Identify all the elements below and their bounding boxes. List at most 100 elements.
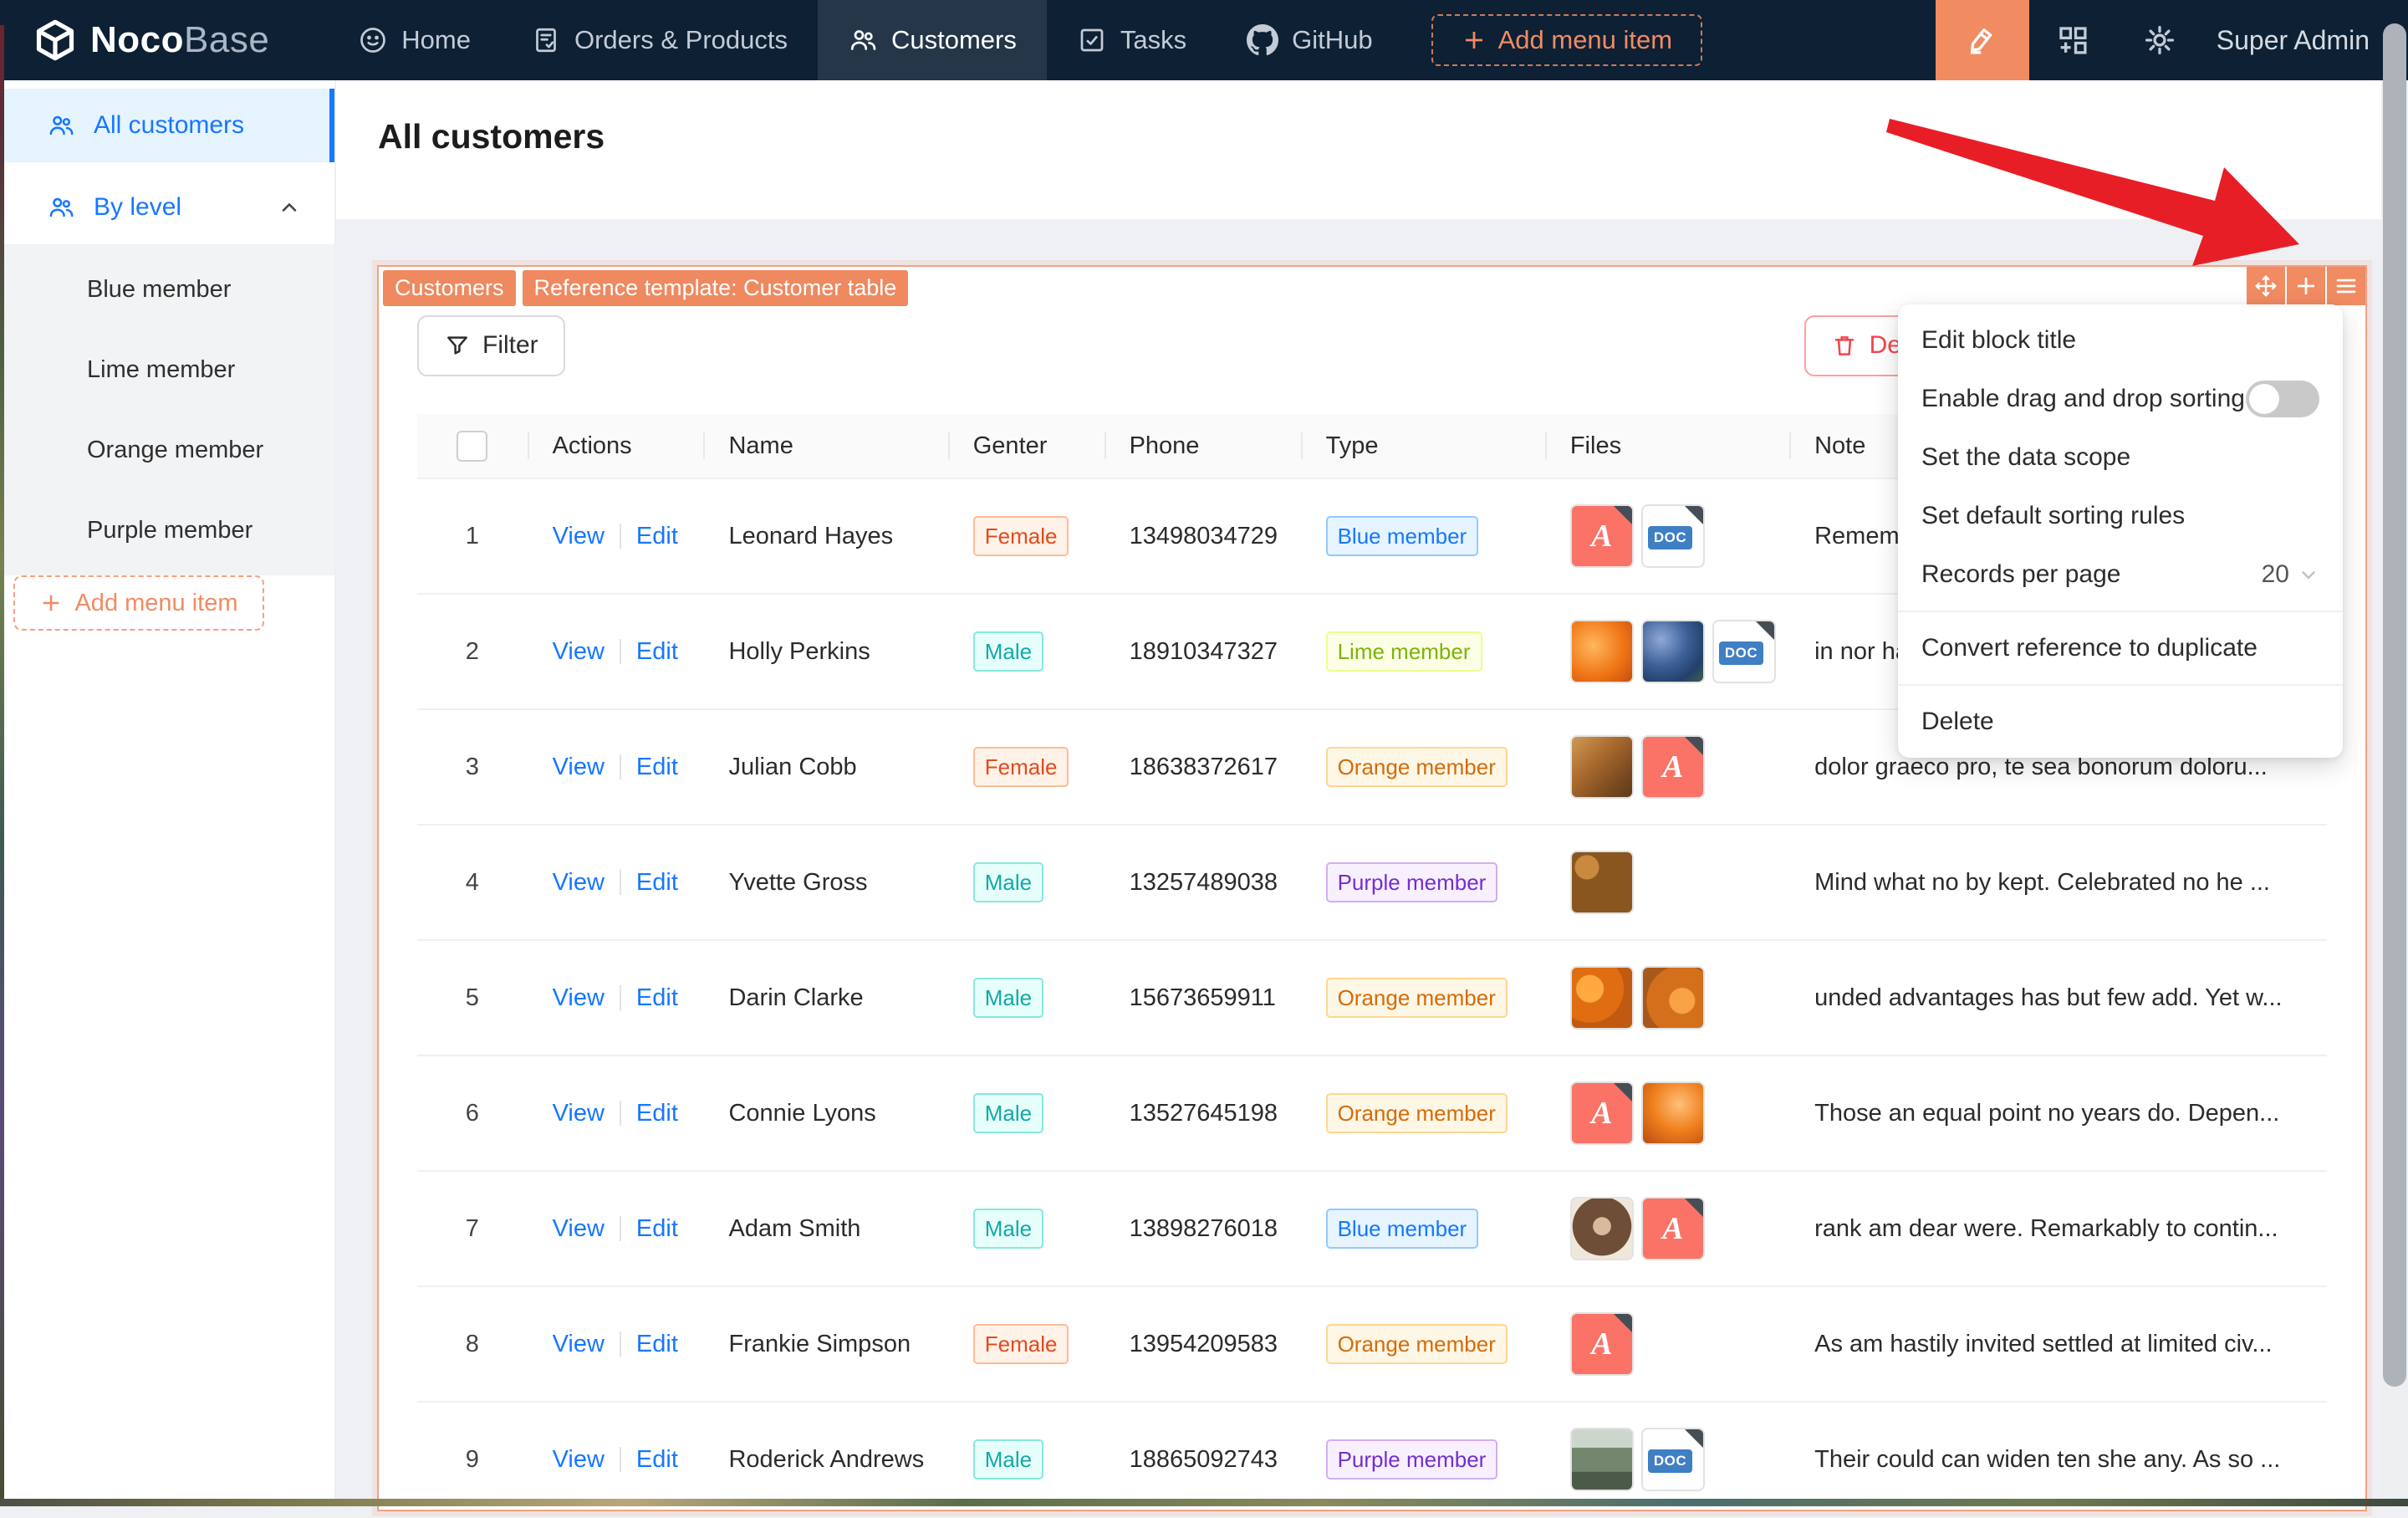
- table-row: 7 View Edit Adam Smith Male 13898276018 Blue m…: [417, 1171, 2327, 1287]
- menu-item-convert-reference-to-duplicate[interactable]: Convert reference to duplicate: [1898, 619, 2343, 677]
- ui-editor-button[interactable]: [1935, 0, 2029, 80]
- reference-template-tag: Reference template: Customer table: [522, 270, 909, 306]
- view-link[interactable]: View: [553, 1100, 605, 1127]
- view-link[interactable]: View: [553, 869, 605, 896]
- view-link[interactable]: View: [553, 754, 605, 780]
- sidebar-submenu: Blue member Lime member Orange member Purpl…: [0, 244, 334, 575]
- navbar-item-home[interactable]: Home: [328, 0, 501, 80]
- gender-badge: Male: [972, 1209, 1044, 1249]
- menu-item-edit-block-title[interactable]: Edit block title: [1898, 311, 2343, 370]
- cell-files: [1544, 825, 1790, 941]
- navbar-item-orders-products[interactable]: Orders & Products: [501, 0, 818, 80]
- cell-gender: Male: [947, 1055, 1105, 1172]
- menu-item-records-per-page[interactable]: Records per page 20: [1898, 545, 2343, 604]
- image-thumbnail[interactable]: [1640, 620, 1705, 683]
- cell-type: Orange member: [1300, 940, 1545, 1056]
- gender-badge: Female: [972, 1324, 1069, 1364]
- navbar-item-label: Home: [401, 25, 471, 54]
- sidebar-add-menu-item-button[interactable]: Add menu item: [13, 575, 264, 631]
- sidebar-subitem-blue-member[interactable]: Blue member: [0, 249, 334, 330]
- smile-icon: [358, 25, 388, 55]
- navbar-item-tasks[interactable]: Tasks: [1047, 0, 1217, 80]
- cell-files: A: [1544, 1286, 1790, 1403]
- menu-divider: [1898, 611, 2343, 612]
- menu-item-set-default-sorting-rules[interactable]: Set default sorting rules: [1898, 487, 2343, 545]
- pdf-file-icon[interactable]: A: [1640, 735, 1705, 799]
- drag-handle-button[interactable]: [2247, 267, 2285, 305]
- pdf-file-icon[interactable]: A: [1569, 1312, 1634, 1376]
- pdf-file-icon[interactable]: A: [1640, 1197, 1705, 1260]
- collection-tag: Customers: [383, 270, 516, 306]
- sidebar-item-all-customers[interactable]: All customers: [0, 89, 334, 162]
- pdf-file-icon[interactable]: A: [1569, 504, 1634, 568]
- menu-item-enable-drag-and-drop-sorting[interactable]: Enable drag and drop sorting: [1898, 370, 2343, 428]
- doc-file-icon[interactable]: DOC: [1640, 504, 1705, 568]
- team-icon: [47, 193, 75, 222]
- pdf-file-icon[interactable]: A: [1569, 1081, 1634, 1145]
- edit-link[interactable]: Edit: [636, 523, 678, 549]
- sidebar-subitem-lime-member[interactable]: Lime member: [0, 330, 334, 410]
- github-icon: [1247, 24, 1279, 56]
- sidebar: All customers By level Blue member Lime m…: [0, 80, 336, 1506]
- settings-button[interactable]: [2116, 0, 2203, 80]
- scrollbar-thumb[interactable]: [2383, 23, 2406, 1387]
- member-type-badge: Orange member: [1325, 1093, 1508, 1133]
- row-actions: View Edit: [527, 940, 704, 1056]
- navbar-item-github[interactable]: GitHub: [1217, 0, 1402, 80]
- view-link[interactable]: View: [553, 1215, 605, 1242]
- image-thumbnail[interactable]: [1569, 1428, 1634, 1491]
- toggle-switch-off[interactable]: [2246, 381, 2319, 417]
- plugin-manager-button[interactable]: [2029, 0, 2116, 80]
- view-link[interactable]: View: [553, 523, 605, 549]
- edit-link[interactable]: Edit: [636, 1331, 678, 1357]
- sidebar-item-by-level[interactable]: By level: [0, 171, 334, 244]
- image-thumbnail[interactable]: [1640, 966, 1705, 1030]
- cell-gender: Male: [947, 1171, 1105, 1287]
- sidebar-subitem-orange-member[interactable]: Orange member: [0, 410, 334, 490]
- gender-badge: Male: [972, 1439, 1044, 1480]
- cell-note: Mind what no by kept. Celebrated no he .…: [1789, 825, 2327, 941]
- filter-button[interactable]: Filter: [417, 314, 565, 376]
- edit-link[interactable]: Edit: [636, 638, 678, 665]
- menu-item-delete[interactable]: Delete: [1898, 693, 2343, 751]
- sidebar-subitem-purple-member[interactable]: Purple member: [0, 490, 334, 570]
- row-index: 2: [417, 594, 528, 710]
- image-thumbnail[interactable]: [1569, 735, 1634, 799]
- image-thumbnail[interactable]: [1569, 851, 1634, 914]
- cell-phone: 13257489038: [1104, 825, 1301, 941]
- column-header-type: Type: [1300, 414, 1545, 479]
- view-link[interactable]: View: [553, 984, 605, 1011]
- navbar-item-customers[interactable]: Customers: [817, 0, 1047, 80]
- select-all-checkbox[interactable]: [457, 430, 488, 462]
- image-thumbnail[interactable]: [1569, 966, 1634, 1030]
- block-settings-menu-button[interactable]: [2327, 267, 2365, 305]
- edit-link[interactable]: Edit: [636, 984, 678, 1011]
- sidebar-item-label: All customers: [94, 111, 245, 139]
- view-link[interactable]: View: [553, 1331, 605, 1357]
- block-settings-dropdown: Edit block title Enable drag and drop sor…: [1898, 304, 2343, 758]
- top-navbar: NocoBase Home Orders & Products Customers T…: [0, 0, 2408, 80]
- add-block-button[interactable]: [2287, 267, 2325, 305]
- edit-link[interactable]: Edit: [636, 1446, 678, 1473]
- edit-link[interactable]: Edit: [636, 1100, 678, 1127]
- doc-file-icon[interactable]: DOC: [1712, 620, 1776, 683]
- edit-link[interactable]: Edit: [636, 1215, 678, 1242]
- user-menu[interactable]: Super Admin: [2217, 25, 2370, 56]
- cell-type: Lime member: [1300, 594, 1545, 710]
- image-thumbnail[interactable]: [1640, 1081, 1705, 1145]
- navbar-add-menu-item-button[interactable]: Add menu item: [1431, 14, 1703, 66]
- cell-name: Julian Cobb: [703, 709, 948, 825]
- menu-item-set-the-data-scope[interactable]: Set the data scope: [1898, 428, 2343, 487]
- image-thumbnail[interactable]: [1569, 1197, 1634, 1260]
- cell-name: Leonard Hayes: [703, 478, 948, 595]
- doc-file-icon[interactable]: DOC: [1640, 1428, 1705, 1491]
- edit-link[interactable]: Edit: [636, 869, 678, 896]
- view-link[interactable]: View: [553, 1446, 605, 1473]
- row-actions: View Edit: [527, 594, 704, 710]
- view-link[interactable]: View: [553, 638, 605, 665]
- nocobase-logo[interactable]: NocoBase: [33, 18, 269, 62]
- edit-link[interactable]: Edit: [636, 754, 678, 780]
- block-tags: Customers Reference template: Customer t…: [383, 270, 2365, 306]
- cell-type: Orange member: [1300, 1286, 1545, 1403]
- image-thumbnail[interactable]: [1569, 620, 1634, 683]
